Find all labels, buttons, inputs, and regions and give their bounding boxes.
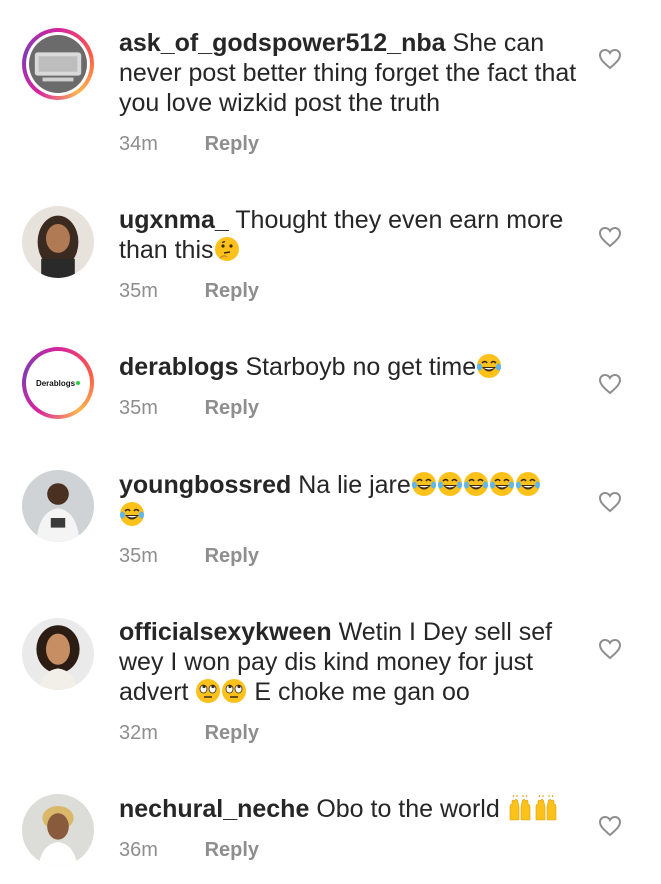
tears-of-joy-icon [489,472,514,496]
comment-username[interactable]: ask_of_godspower512_nba [119,29,446,57]
heart-icon[interactable] [598,226,622,248]
comment-body: derablogs Starboyb no get time 35m Reply [119,352,579,420]
avatar[interactable] [22,206,94,278]
reply-button[interactable]: Reply [205,397,259,419]
comment-body: ask_of_godspower512_nba She can never po… [119,28,579,156]
comment-username[interactable]: nechural_neche [119,795,309,823]
comment-text: Na lie jare [298,471,411,499]
comment-body: ugxnma_ Thought they even earn more than… [119,205,579,303]
comment-body: officialsexykween Wetin I Dey sell sef w… [119,617,579,745]
comment-username[interactable]: officialsexykween [119,618,332,646]
comment-username[interactable]: derablogs [119,353,238,381]
heart-icon[interactable] [598,815,622,837]
rolling-eyes-icon [196,679,221,703]
comment-timestamp: 35m [119,280,158,302]
heart-icon[interactable] [598,373,622,395]
raising-hands-icon [509,795,531,821]
comment-text: Obo to the world [316,795,500,823]
comment-text-continued: E choke me gan oo [254,678,470,706]
heart-icon[interactable] [598,491,622,513]
avatar[interactable] [22,794,94,866]
tears-of-joy-icon [463,472,488,496]
reply-button[interactable]: Reply [205,722,259,744]
avatar[interactable] [22,618,94,690]
heart-icon[interactable] [598,48,622,70]
avatar-woman-icon [22,618,94,690]
comment-username[interactable]: youngbossred [119,471,291,499]
rolling-eyes-icon [222,679,247,703]
comment-timestamp: 35m [119,397,158,419]
comment-timestamp: 35m [119,545,158,567]
tears-of-joy-icon [515,472,540,496]
comment-body: nechural_neche Obo to the world 36m Repl… [119,794,579,862]
avatar-woman-icon [22,206,94,278]
comment-body: youngbossred Na lie jare 35m Reply [119,470,579,568]
raising-hands-icon [535,795,557,821]
avatar-logo-nba-icon [29,35,87,93]
logo-dot-icon [76,381,81,385]
tears-of-joy-icon [437,472,462,496]
heart-icon[interactable] [598,638,622,660]
reply-button[interactable]: Reply [205,545,259,567]
tears-of-joy-icon [411,472,436,496]
comment-timestamp: 34m [119,133,158,155]
avatar-derablogs-logo: Derablogs [29,354,87,412]
comment-text: Starboyb no get time [245,353,477,381]
avatar[interactable] [22,28,94,100]
reply-button[interactable]: Reply [205,133,259,155]
reply-button[interactable]: Reply [205,839,259,861]
avatar-woman-icon [22,794,94,866]
tears-of-joy-icon [477,354,502,378]
comment-timestamp: 36m [119,839,158,861]
avatar[interactable] [22,470,94,542]
comment-timestamp: 32m [119,722,158,744]
avatar[interactable]: Derablogs [22,347,94,419]
comment-username[interactable]: ugxnma_ [119,206,229,234]
avatar-logo-text: Derablogs [35,378,76,388]
avatar-man-icon [22,470,94,542]
thinking-face-icon [214,237,239,261]
reply-button[interactable]: Reply [205,280,259,302]
tears-of-joy-icon [120,502,144,526]
